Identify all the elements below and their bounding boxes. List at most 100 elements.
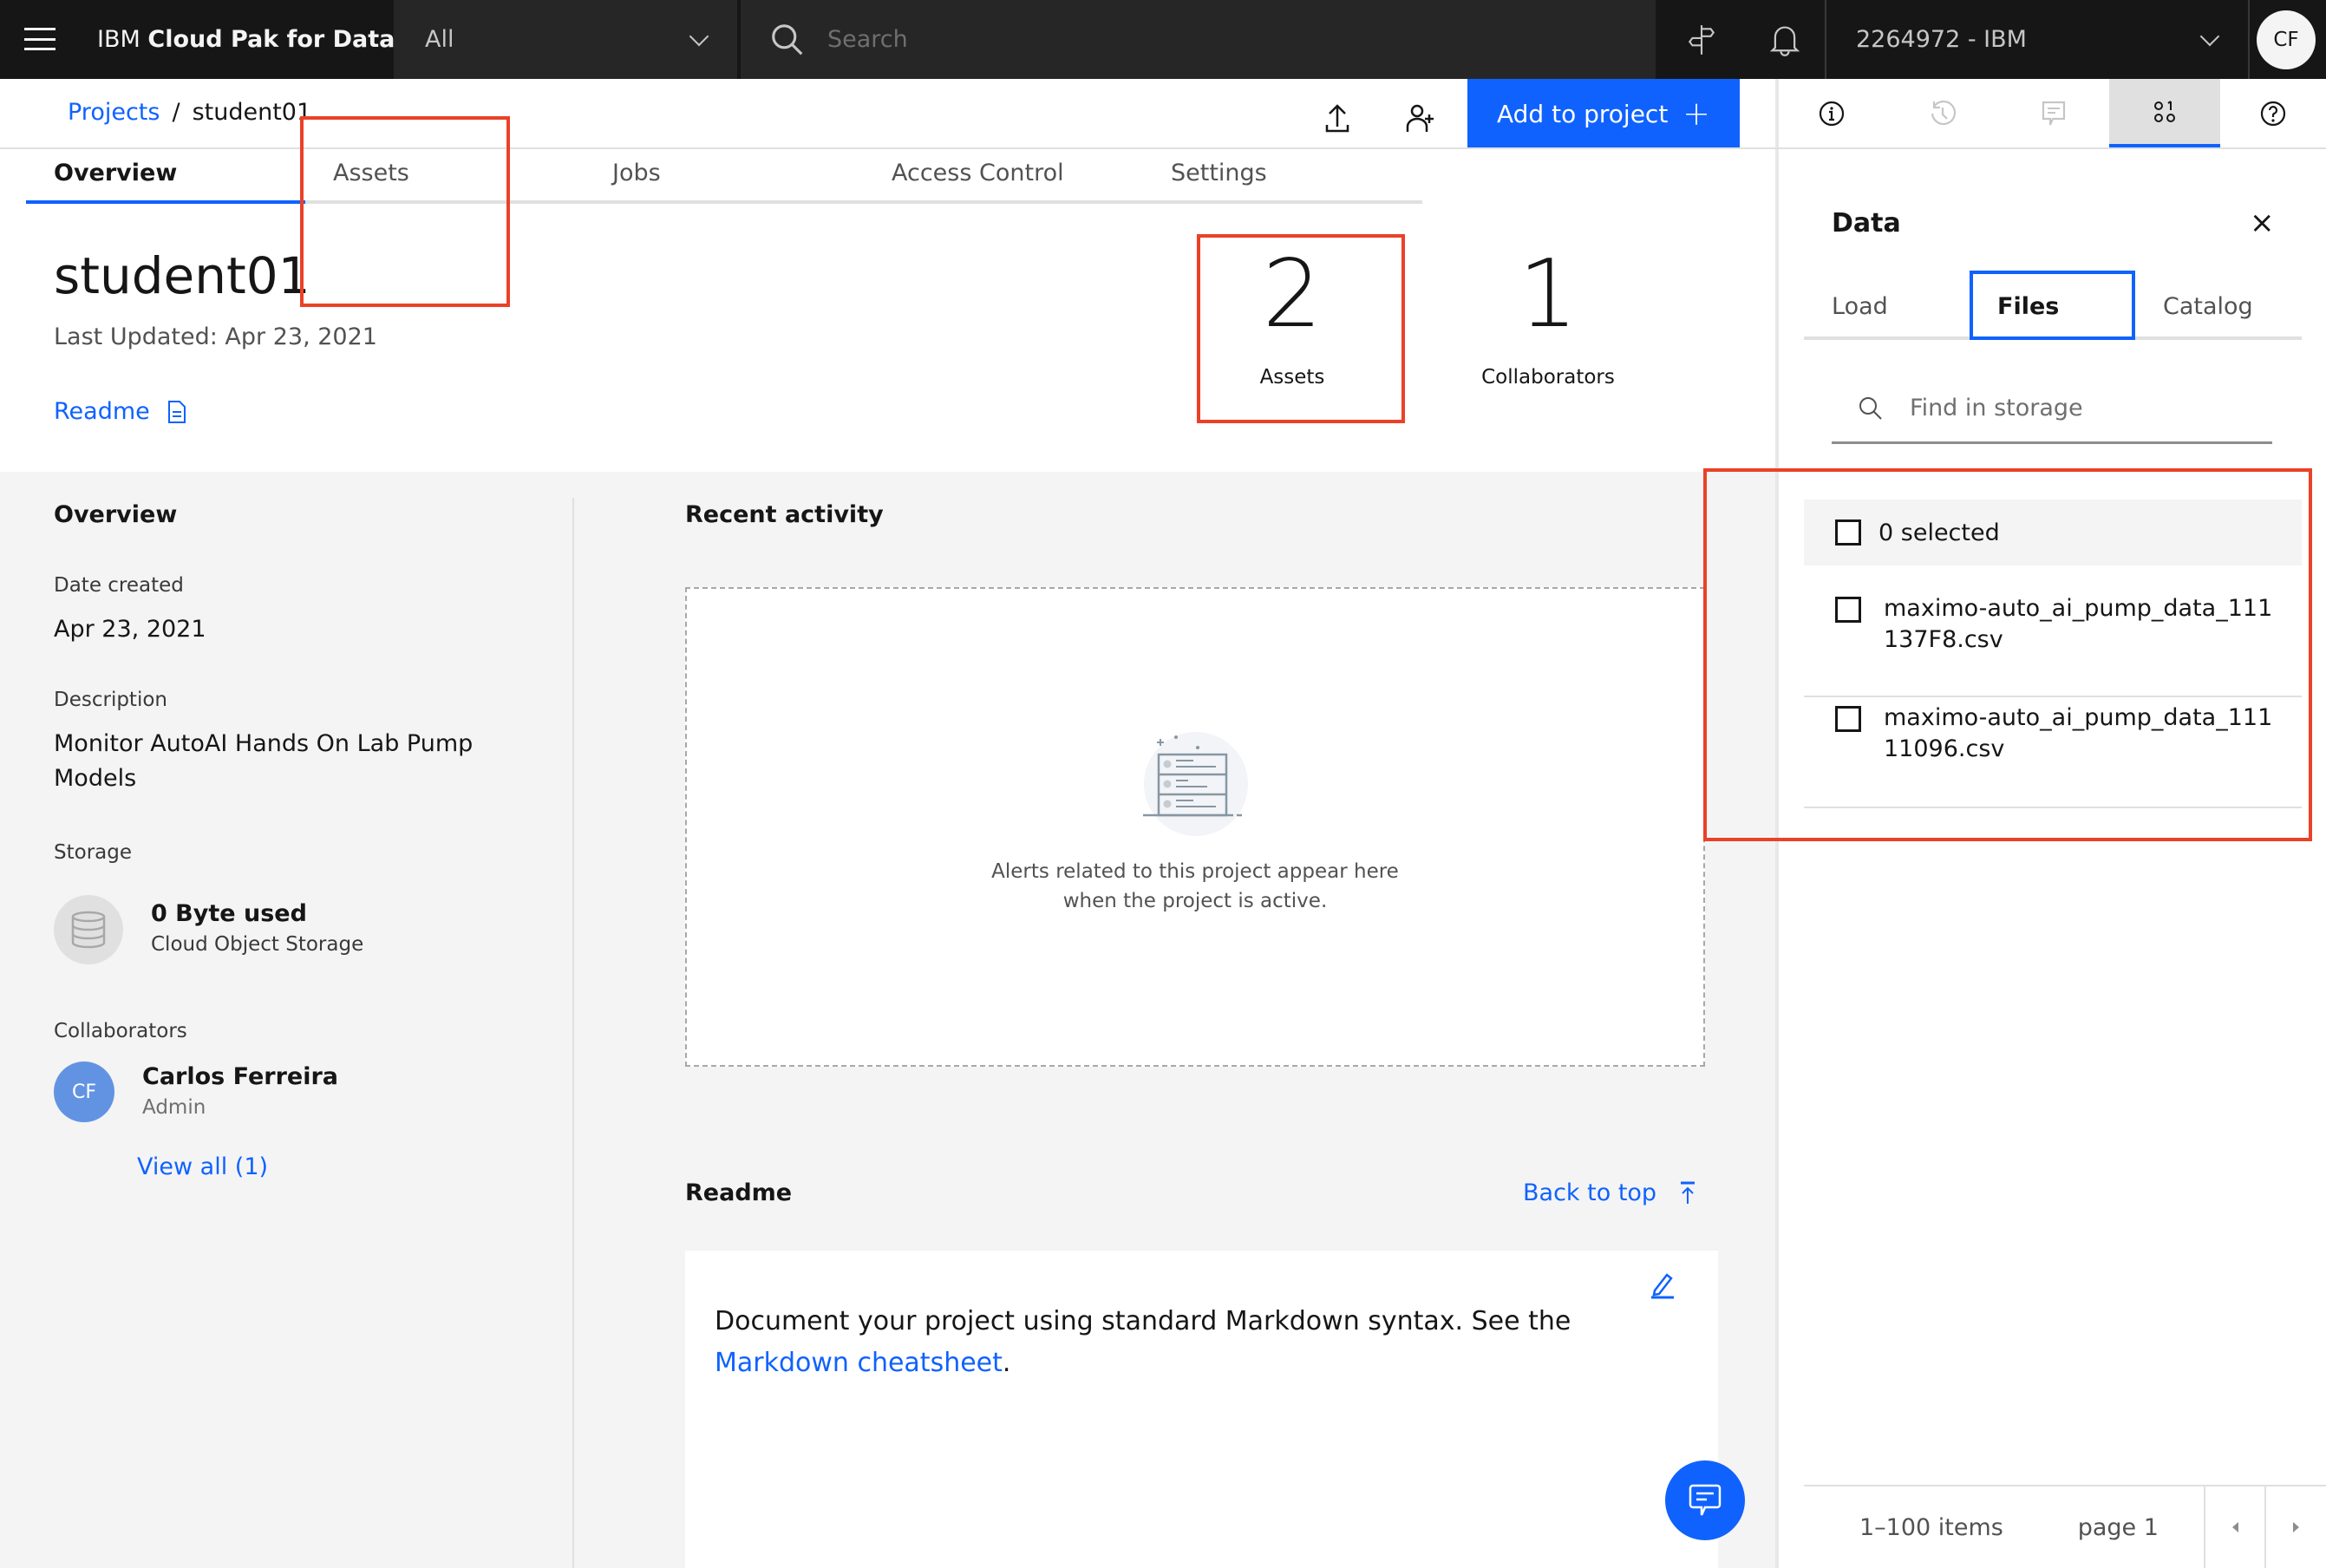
- tab-catalog[interactable]: Catalog: [2135, 271, 2301, 336]
- info-icon: [1819, 101, 1845, 127]
- tab-access-control[interactable]: Access Control: [864, 149, 1143, 204]
- recent-activity-heading: Recent activity: [685, 501, 884, 528]
- collaborators-label: Collaborators: [1481, 366, 1615, 389]
- data-binary-icon: [2154, 100, 2175, 122]
- menu-icon[interactable]: [24, 24, 56, 54]
- comments-panel-button[interactable]: [1998, 79, 2109, 148]
- add-user-icon: [1406, 104, 1434, 132]
- readme-period: .: [1002, 1348, 1011, 1378]
- global-search[interactable]: [741, 0, 1656, 79]
- readme-link-label: Readme: [54, 398, 150, 425]
- info-panel-button[interactable]: [1776, 79, 1887, 148]
- find-in-storage-input[interactable]: [1910, 395, 2257, 421]
- user-initials: CF: [2273, 29, 2299, 51]
- next-page-button[interactable]: [2264, 1486, 2326, 1568]
- account-switcher[interactable]: 2264972 - IBM: [1825, 0, 2250, 79]
- upload-icon: [1325, 104, 1349, 133]
- project-title: student01: [54, 246, 310, 305]
- date-created-value: Apr 23, 2021: [54, 616, 206, 643]
- readme-link[interactable]: Readme: [54, 398, 186, 425]
- product-name[interactable]: IBM Cloud Pak for Data: [97, 0, 395, 79]
- overview-heading: Overview: [54, 501, 178, 528]
- empty-message-line1: Alerts related to this project appear he…: [991, 860, 1399, 883]
- help-panel-button[interactable]: [2220, 79, 2326, 148]
- scope-dropdown[interactable]: All: [394, 0, 739, 79]
- file-list-item[interactable]: maximo-auto_ai_pump_data_11111096.csv: [1804, 702, 2302, 808]
- file-name: maximo-auto_ai_pump_data_111137F8.csv: [1884, 595, 2273, 653]
- markdown-cheatsheet-link[interactable]: Markdown cheatsheet: [715, 1348, 1003, 1378]
- add-collaborator-button[interactable]: [1393, 90, 1448, 146]
- breadcrumb-separator: /: [172, 99, 180, 126]
- tab-overview[interactable]: Overview: [26, 149, 305, 204]
- file-name: maximo-auto_ai_pump_data_11111096.csv: [1884, 704, 2273, 762]
- previous-page-button[interactable]: [2203, 1486, 2265, 1568]
- data-panel-title: Data: [1832, 208, 1901, 238]
- stat-collaborators[interactable]: 1 Collaborators: [1448, 248, 1648, 389]
- view-all-collaborators-link[interactable]: View all (1): [137, 1153, 268, 1180]
- add-to-project-label: Add to project: [1497, 99, 1669, 128]
- file-list-item[interactable]: maximo-auto_ai_pump_data_111137F8.csv: [1804, 593, 2302, 697]
- date-created-label: Date created: [54, 574, 184, 597]
- description-label: Description: [54, 689, 167, 711]
- upload-button[interactable]: [1310, 90, 1365, 146]
- edit-readme-button[interactable]: [1648, 1271, 1676, 1303]
- collaborator-avatar: CF: [54, 1062, 114, 1122]
- file-checkbox[interactable]: [1835, 597, 1861, 623]
- select-all-checkbox[interactable]: [1835, 519, 1861, 546]
- items-range: 1–100 items: [1859, 1513, 2003, 1541]
- pencil-icon: [1651, 1273, 1674, 1299]
- description-value: Monitor AutoAI Hands On Lab Pump Models: [54, 730, 474, 792]
- notifications-button[interactable]: [1743, 0, 1826, 79]
- page-indicator: page 1: [2077, 1513, 2159, 1541]
- back-to-top-label: Back to top: [1523, 1179, 1657, 1206]
- search-input[interactable]: [827, 26, 1608, 53]
- back-to-top-link[interactable]: Back to top: [1523, 1179, 1696, 1206]
- file-checkbox[interactable]: [1835, 706, 1861, 732]
- stat-assets[interactable]: 2 Assets: [1192, 248, 1392, 389]
- signpost-button[interactable]: [1660, 0, 1743, 79]
- select-all-row: 0 selected: [1804, 500, 2302, 565]
- breadcrumb-current: student01: [192, 99, 312, 126]
- storage-search[interactable]: [1832, 375, 2272, 444]
- readme-heading: Readme: [685, 1179, 793, 1206]
- breadcrumb: Projects / student01: [68, 99, 311, 126]
- selected-count: 0 selected: [1878, 519, 2000, 546]
- close-icon[interactable]: ×: [2250, 208, 2275, 238]
- empty-list-illustration-icon: [1143, 732, 1248, 836]
- storage-icon-wrap: [54, 895, 123, 964]
- tab-load[interactable]: Load: [1804, 271, 1970, 336]
- user-avatar[interactable]: CF: [2257, 10, 2316, 69]
- chevron-down-icon: [2199, 26, 2220, 46]
- storage-label: Storage: [54, 841, 132, 864]
- account-name: 2264972 - IBM: [1856, 26, 2027, 53]
- project-tabs: Overview Assets Jobs Access Control Sett…: [26, 149, 1422, 204]
- pagination: 1–100 items page 1: [1804, 1485, 2326, 1568]
- tab-jobs[interactable]: Jobs: [585, 149, 864, 204]
- readme-body-text: Document your project using standard Mar…: [715, 1306, 1571, 1336]
- assets-label: Assets: [1259, 366, 1325, 389]
- document-icon: [167, 400, 186, 423]
- data-panel-button[interactable]: [2109, 79, 2220, 148]
- history-panel-button[interactable]: [1887, 79, 1998, 148]
- collaborators-section-label: Collaborators: [54, 1020, 187, 1042]
- collaborator-name: Carlos Ferreira: [142, 1063, 339, 1090]
- column-divider: [572, 498, 574, 1568]
- storage-type: Cloud Object Storage: [151, 933, 364, 956]
- readme-card: [685, 1251, 1718, 1568]
- tab-settings[interactable]: Settings: [1143, 149, 1422, 204]
- plus-icon: +: [1682, 95, 1710, 133]
- signpost-icon: [1688, 24, 1715, 55]
- bell-icon: [1769, 26, 1800, 56]
- caret-left-icon: [2232, 1522, 2239, 1532]
- breadcrumb-projects[interactable]: Projects: [68, 99, 160, 126]
- brand-name: Cloud Pak for Data: [147, 26, 395, 53]
- tab-assets[interactable]: Assets: [305, 149, 585, 204]
- collaborators-count: 1: [1518, 240, 1578, 349]
- chat-button[interactable]: [1665, 1460, 1745, 1540]
- tab-files[interactable]: Files: [1970, 271, 2135, 340]
- chevron-down-icon: [689, 26, 709, 46]
- add-to-project-button[interactable]: Add to project +: [1467, 79, 1740, 148]
- data-panel-tabs: Load Files Catalog: [1804, 271, 2302, 340]
- arrow-up-to-top-icon: [1681, 1181, 1695, 1204]
- database-icon: [71, 911, 106, 949]
